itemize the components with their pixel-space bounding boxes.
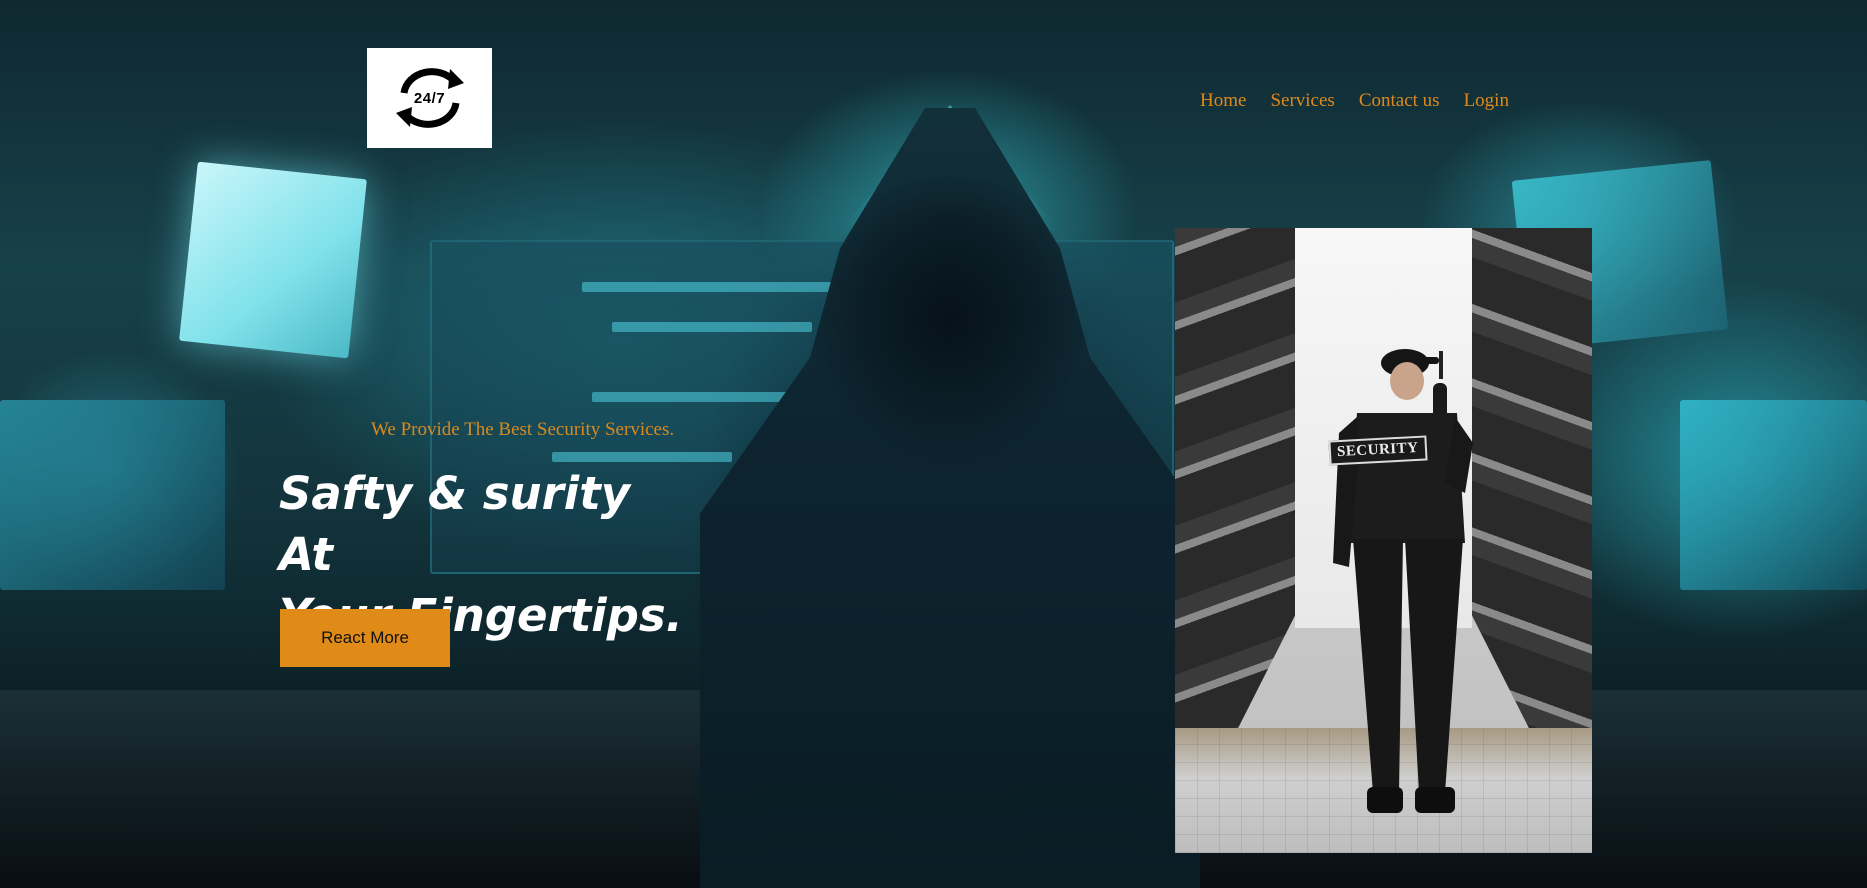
landing-page: 24/7 Home Services Contact us Login We P… bbox=[0, 0, 1867, 888]
code-line bbox=[582, 282, 842, 292]
nav-item-home[interactable]: Home bbox=[1200, 90, 1246, 112]
logo-text: 24/7 bbox=[413, 89, 446, 107]
background-monitor-far-left bbox=[0, 400, 225, 590]
read-more-button[interactable]: React More bbox=[280, 609, 450, 667]
security-badge: SECURITY bbox=[1328, 435, 1428, 466]
logo[interactable]: 24/7 bbox=[367, 48, 492, 148]
background-monitor-left bbox=[179, 161, 367, 359]
security-guard-photo: SECURITY bbox=[1175, 228, 1592, 853]
nav-item-services[interactable]: Services bbox=[1270, 90, 1334, 112]
hero-headline-line1: Safty & surity At bbox=[279, 467, 631, 581]
nav-item-contact[interactable]: Contact us bbox=[1359, 90, 1440, 112]
background-monitor-far-right bbox=[1680, 400, 1867, 590]
hooded-figure bbox=[700, 108, 1200, 888]
security-guard-figure bbox=[1333, 349, 1473, 813]
main-nav: Home Services Contact us Login bbox=[1200, 90, 1509, 112]
nav-item-login[interactable]: Login bbox=[1464, 90, 1509, 112]
hero-tagline: We Provide The Best Security Services. bbox=[371, 419, 675, 440]
code-line bbox=[612, 322, 812, 332]
code-line bbox=[552, 452, 732, 462]
